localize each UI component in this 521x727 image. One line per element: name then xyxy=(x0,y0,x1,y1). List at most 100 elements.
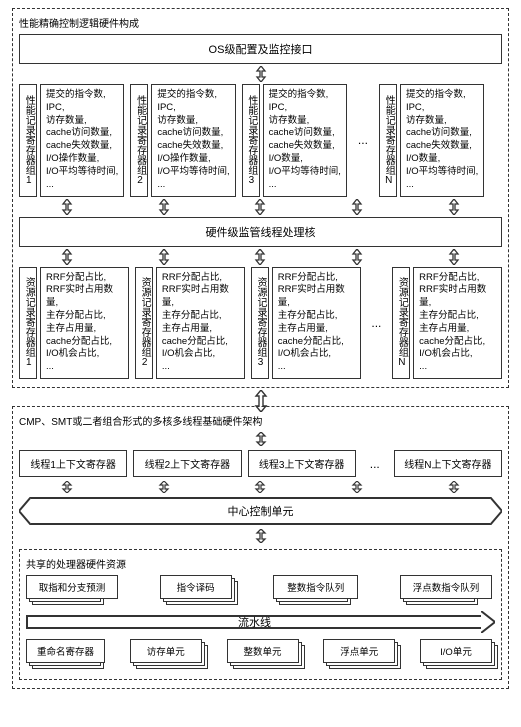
perf-groups-row: 性能记录寄存器组1 提交的指令数, IPC, 访存数量, cache访问数量, … xyxy=(19,84,502,197)
perf-group-1-metrics: 提交的指令数, IPC, 访存数量, cache访问数量, cache失效数量,… xyxy=(40,84,124,197)
metric: 主存分配占比, xyxy=(419,310,496,323)
metric: RRF分配占比, xyxy=(162,272,239,285)
arrows-hw-to-res xyxy=(19,249,502,265)
metric: cache访问数量, xyxy=(406,127,478,140)
stack-mem-unit: 访存单元 xyxy=(130,639,205,669)
metric: I/O平均等待时间, xyxy=(157,166,229,179)
perf-group-2-metrics: 提交的指令数, IPC, 访存数量, cache访问数量, cache失效数量,… xyxy=(151,84,235,197)
stack-label: 整数指令队列 xyxy=(273,575,358,599)
metric: 主存占用量, xyxy=(46,323,123,336)
metric: ... xyxy=(406,179,478,192)
metric: RRF分配占比, xyxy=(278,272,355,285)
res-group-1: 资源记录寄存器组1 RRF分配占比, RRF实时占用数量, 主存分配占比, 主存… xyxy=(19,267,129,380)
res-group-n: 资源记录寄存器组N RRF分配占比, RRF实时占用数量, 主存分配占比, 主存… xyxy=(392,267,502,380)
ctx-row: 线程1上下文寄存器 线程2上下文寄存器 线程3上下文寄存器 ... 线程N上下文… xyxy=(19,450,502,477)
metric: 提交的指令数, xyxy=(157,89,229,102)
metric: I/O数量, xyxy=(406,153,478,166)
stack-int-queue: 整数指令队列 xyxy=(273,575,361,605)
metric: ... xyxy=(46,361,123,374)
arrows-ctx-to-ctrl xyxy=(19,481,502,493)
res-group-2-vlabel: 资源记录寄存器组2 xyxy=(135,267,153,380)
metric: RRF实时占用数量, xyxy=(278,284,355,310)
metric: 提交的指令数, xyxy=(406,89,478,102)
perf-group-n-metrics: 提交的指令数, IPC, 访存数量, cache访问数量, cache失效数量,… xyxy=(400,84,484,197)
metric: ... xyxy=(278,361,355,374)
shared-top-row: 取指和分支预测 指令译码 整数指令队列 浮点数指令队列 xyxy=(26,575,495,605)
perf-control-title: 性能精确控制逻辑硬件构成 xyxy=(19,15,502,30)
metric: ... xyxy=(157,179,229,192)
ctx-box-2: 线程2上下文寄存器 xyxy=(133,450,241,477)
metric: RRF分配占比, xyxy=(419,272,496,285)
metric: 主存分配占比, xyxy=(278,310,355,323)
metric: ... xyxy=(162,361,239,374)
metric: 主存占用量, xyxy=(162,323,239,336)
shared-resources-title: 共享的处理器硬件资源 xyxy=(26,556,495,571)
metric: IPC, xyxy=(406,102,478,115)
perf-group-3-vlabel: 性能记录寄存器组3 xyxy=(242,84,260,197)
metric: I/O平均等待时间, xyxy=(269,166,341,179)
metric: cache失效数量, xyxy=(157,140,229,153)
perf-group-2: 性能记录寄存器组2 提交的指令数, IPC, 访存数量, cache访问数量, … xyxy=(130,84,235,197)
perf-control-section: 性能精确控制逻辑硬件构成 OS级配置及监控接口 性能记录寄存器组1 提交的指令数… xyxy=(12,8,509,388)
metric: ... xyxy=(419,361,496,374)
metric: I/O机会占比, xyxy=(162,348,239,361)
metric: cache分配占比, xyxy=(46,336,123,349)
stack-decode: 指令译码 xyxy=(160,575,235,605)
metric: RRF实时占用数量, xyxy=(419,284,496,310)
perf-group-n-vlabel: 性能记录寄存器组N xyxy=(379,84,397,197)
arrows-perf-to-hw xyxy=(19,199,502,215)
metric: ... xyxy=(269,179,341,192)
metric: 访存数量, xyxy=(157,115,229,128)
perf-group-3-metrics: 提交的指令数, IPC, 访存数量, cache访问数量, cache失效数量,… xyxy=(263,84,347,197)
pipeline-arrow: 流水线 xyxy=(26,611,495,633)
metric: I/O机会占比, xyxy=(278,348,355,361)
metric: cache访问数量, xyxy=(269,127,341,140)
perf-group-3: 性能记录寄存器组3 提交的指令数, IPC, 访存数量, cache访问数量, … xyxy=(242,84,347,197)
metric: 访存数量, xyxy=(46,115,118,128)
pipeline-label: 流水线 xyxy=(238,614,271,630)
res-group-3-vlabel: 资源记录寄存器组3 xyxy=(251,267,269,380)
stack-fp-queue: 浮点数指令队列 xyxy=(400,575,495,605)
stack-label: 浮点单元 xyxy=(323,639,395,663)
ctx-box-3: 线程3上下文寄存器 xyxy=(248,450,356,477)
metric: cache失效数量, xyxy=(46,140,118,153)
res-group-1-vlabel: 资源记录寄存器组1 xyxy=(19,267,37,380)
stack-fp-unit: 浮点单元 xyxy=(323,639,398,669)
metric: I/O操作数量, xyxy=(46,153,118,166)
metric: 主存占用量, xyxy=(419,323,496,336)
stack-io-unit: I/O单元 xyxy=(420,639,495,669)
metric: RRF分配占比, xyxy=(46,272,123,285)
stack-label: I/O单元 xyxy=(420,639,492,663)
perf-group-1: 性能记录寄存器组1 提交的指令数, IPC, 访存数量, cache访问数量, … xyxy=(19,84,124,197)
metric: cache失效数量, xyxy=(269,140,341,153)
stack-label: 取指和分支预测 xyxy=(26,575,118,599)
metric: 提交的指令数, xyxy=(46,89,118,102)
stack-label: 访存单元 xyxy=(130,639,202,663)
stack-label: 整数单元 xyxy=(227,639,299,663)
metric: IPC, xyxy=(46,102,118,115)
res-group-n-metrics: RRF分配占比, RRF实时占用数量, 主存分配占比, 主存占用量, cache… xyxy=(413,267,502,380)
arrow-ctrl-to-shared xyxy=(19,529,502,543)
metric: IPC, xyxy=(157,102,229,115)
stack-int-unit: 整数单元 xyxy=(227,639,302,669)
res-group-2-metrics: RRF分配占比, RRF实时占用数量, 主存分配占比, 主存占用量, cache… xyxy=(156,267,245,380)
arrow-os-to-groups xyxy=(19,66,502,82)
metric: I/O平均等待时间, xyxy=(406,166,478,179)
metric: ... xyxy=(46,179,118,192)
metric: 访存数量, xyxy=(269,115,341,128)
hw-monitor-box: 硬件级监管线程处理核 xyxy=(19,217,502,247)
metric: cache访问数量, xyxy=(157,127,229,140)
res-group-3: 资源记录寄存器组3 RRF分配占比, RRF实时占用数量, 主存分配占比, 主存… xyxy=(251,267,361,380)
hw-monitor-label: 硬件级监管线程处理核 xyxy=(206,227,316,239)
metric: 主存占用量, xyxy=(278,323,355,336)
res-group-n-vlabel: 资源记录寄存器组N xyxy=(392,267,410,380)
perf-group-1-vlabel: 性能记录寄存器组1 xyxy=(19,84,37,197)
metric: 主存分配占比, xyxy=(162,310,239,323)
metric: I/O机会占比, xyxy=(46,348,123,361)
perf-groups-ellipsis: ... xyxy=(353,84,373,197)
stack-label: 浮点数指令队列 xyxy=(400,575,492,599)
res-group-1-metrics: RRF分配占比, RRF实时占用数量, 主存分配占比, 主存占用量, cache… xyxy=(40,267,129,380)
shared-resources-section: 共享的处理器硬件资源 取指和分支预测 指令译码 整数指令队列 浮点数指令队列 xyxy=(19,549,502,680)
metric: 访存数量, xyxy=(406,115,478,128)
metric: I/O平均等待时间, xyxy=(46,166,118,179)
